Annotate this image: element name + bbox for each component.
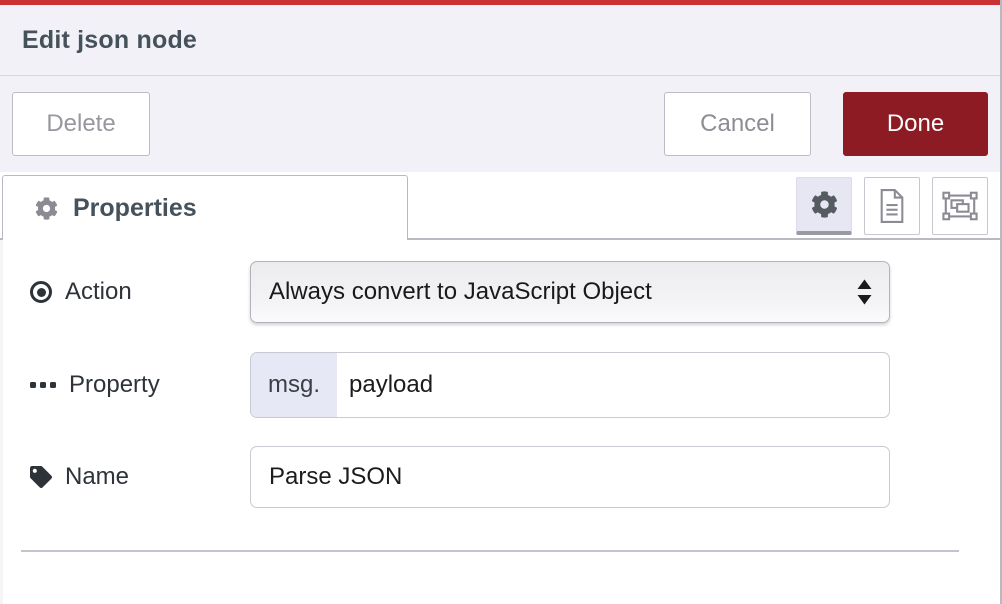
dialog-toolbar: Delete Cancel Done — [0, 76, 1000, 172]
gear-icon — [35, 197, 58, 220]
tag-icon — [30, 466, 52, 488]
gear-icon — [811, 191, 838, 218]
tab-properties[interactable]: Properties — [2, 175, 408, 240]
dialog-title: Edit json node — [22, 26, 197, 55]
property-label: Property — [30, 371, 160, 399]
done-button[interactable]: Done — [843, 92, 988, 156]
name-label: Name — [30, 463, 129, 491]
action-label-text: Action — [65, 278, 132, 306]
ellipsis-icon — [30, 382, 56, 388]
tab-bar: Properties — [0, 172, 1000, 240]
tab-properties-label: Properties — [73, 194, 197, 223]
cancel-button[interactable]: Cancel — [664, 92, 811, 156]
action-select[interactable]: Always convert to JavaScript Object — [250, 261, 890, 323]
dialog-header: Edit json node — [0, 5, 1000, 76]
action-label: Action — [30, 278, 132, 306]
node-appearance-button[interactable] — [932, 177, 988, 235]
select-arrows-icon — [857, 280, 872, 305]
dot-circle-icon — [30, 281, 52, 303]
delete-button[interactable]: Delete — [12, 92, 150, 156]
form-row-property: Property msg. — [0, 352, 1000, 418]
object-group-icon — [942, 190, 978, 222]
node-description-button[interactable] — [864, 177, 920, 235]
node-properties-button[interactable] — [796, 177, 852, 235]
editor-tab-buttons — [796, 177, 988, 235]
form-row-name: Name — [0, 446, 1000, 508]
name-label-text: Name — [65, 463, 129, 491]
document-icon — [877, 188, 907, 224]
msg-type-selector[interactable]: msg. — [251, 353, 337, 417]
properties-form: Action Always convert to JavaScript Obje… — [0, 240, 1000, 604]
property-typed-input: msg. — [250, 352, 890, 418]
form-row-action: Action Always convert to JavaScript Obje… — [0, 261, 1000, 323]
property-input[interactable] — [337, 353, 889, 417]
action-select-value: Always convert to JavaScript Object — [269, 278, 652, 306]
form-divider — [21, 550, 959, 552]
name-input[interactable] — [250, 446, 890, 508]
edit-json-node-dialog: Edit json node Delete Cancel Done Proper… — [0, 0, 1002, 604]
property-label-text: Property — [69, 371, 160, 399]
